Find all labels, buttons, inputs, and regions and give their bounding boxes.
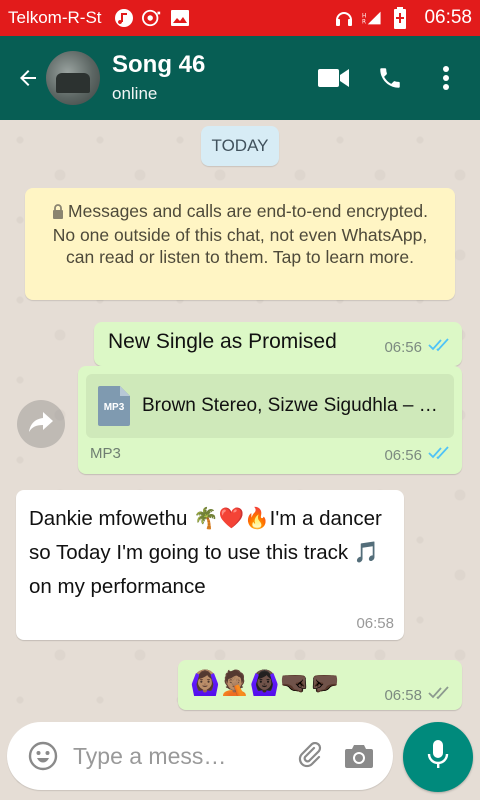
status-bar: Telkom-R-St HR 06:58 <box>0 0 480 36</box>
encryption-text: Messages and calls are end-to-end encryp… <box>52 201 428 267</box>
file-type: MP3 <box>90 445 121 462</box>
svg-text:R: R <box>362 20 366 26</box>
image-icon <box>170 8 190 28</box>
signal-icon: HR <box>362 8 382 28</box>
message-bubble-incoming[interactable]: Dankie mfowethu 🌴❤️🔥I'm a dancer so Toda… <box>16 490 404 640</box>
document-icon: MP3 <box>98 386 130 426</box>
svg-text:H: H <box>362 13 366 19</box>
headphones-icon <box>334 8 354 28</box>
mic-icon <box>426 739 450 776</box>
emoji-message: 🙆🏽‍♀️🤦🏽🙆🏿‍♀️🤜🏿🤛🏿 <box>190 670 340 697</box>
back-arrow-icon[interactable] <box>8 58 48 98</box>
message-time: 06:56 <box>384 338 422 356</box>
phone-icon[interactable] <box>362 50 418 106</box>
carrier-name: Telkom-R-St <box>8 8 102 27</box>
emoji-icon[interactable] <box>19 732 67 780</box>
date-separator: TODAY <box>201 126 279 166</box>
read-receipt-icon <box>428 446 452 464</box>
contact-info[interactable]: Song 46 online <box>112 51 205 105</box>
document-icon-label: MP3 <box>103 402 125 413</box>
read-receipt-icon <box>428 338 452 356</box>
message-time: 06:58 <box>384 686 422 704</box>
battery-icon <box>390 7 410 29</box>
contact-status: online <box>112 84 158 103</box>
message-text: Dankie mfowethu 🌴❤️🔥I'm a dancer so Toda… <box>29 507 382 598</box>
mic-button[interactable] <box>403 722 473 792</box>
avatar[interactable] <box>46 51 100 105</box>
clock: 06:58 <box>424 7 472 28</box>
forward-icon <box>28 411 54 438</box>
message-bubble-outgoing-file[interactable]: MP3 Brown Stereo, Sizwe Sigudhla – Song … <box>78 366 462 474</box>
file-attachment[interactable]: MP3 Brown Stereo, Sizwe Sigudhla – Song … <box>86 374 454 438</box>
encryption-notice[interactable]: Messages and calls are end-to-end encryp… <box>25 188 455 300</box>
lock-icon <box>52 202 64 224</box>
chat-area[interactable]: TODAY Messages and calls are end-to-end … <box>0 120 480 800</box>
camera-icon[interactable] <box>335 732 383 780</box>
message-bubble-outgoing[interactable]: New Single as Promised 06:56 <box>94 322 462 366</box>
chat-header: Song 46 online <box>0 36 480 120</box>
attach-icon[interactable] <box>287 732 335 780</box>
music-note-icon <box>114 8 134 28</box>
message-composer[interactable]: Type a mess… <box>7 722 393 790</box>
video-call-icon[interactable] <box>306 50 362 106</box>
notification-icon <box>141 8 162 28</box>
message-input[interactable]: Type a mess… <box>73 743 287 770</box>
contact-name: Song 46 <box>112 51 206 78</box>
forward-button[interactable] <box>17 400 65 448</box>
message-bubble-outgoing[interactable]: 🙆🏽‍♀️🤦🏽🙆🏿‍♀️🤜🏿🤛🏿 06:58 <box>178 660 462 710</box>
message-time: 06:56 <box>384 446 422 464</box>
delivered-receipt-icon <box>428 686 452 704</box>
message-text: New Single as Promised <box>108 330 337 353</box>
file-name: Brown Stereo, Sizwe Sigudhla – Song 46.m… <box>142 395 442 416</box>
message-time: 06:58 <box>356 615 394 632</box>
more-vert-icon[interactable] <box>418 50 474 106</box>
